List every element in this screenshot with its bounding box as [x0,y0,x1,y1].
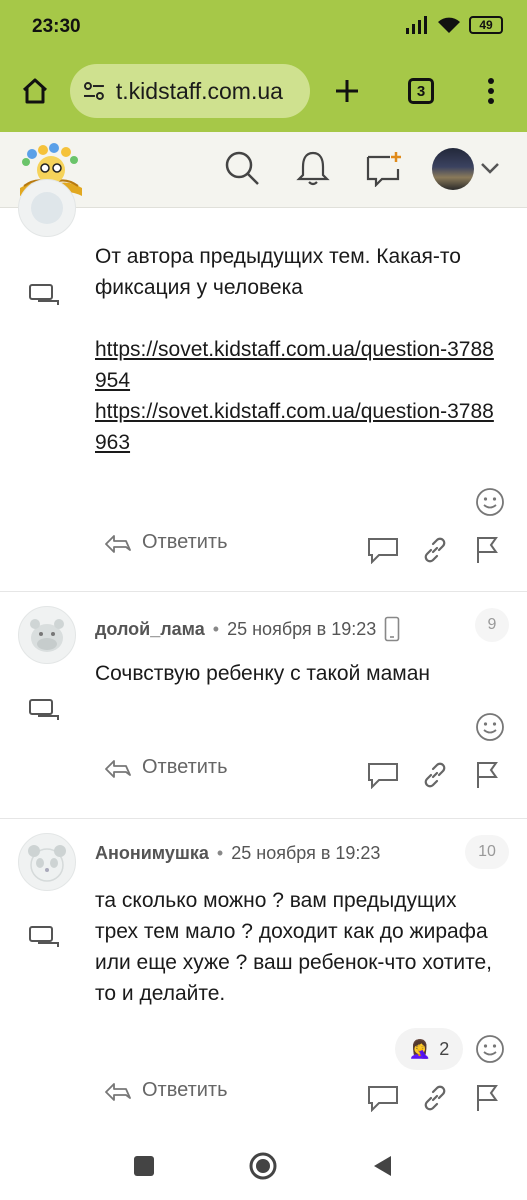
chevron-down-icon [481,163,499,174]
tab-switcher-button[interactable]: 3 [400,70,442,112]
copy-link-button[interactable] [418,758,452,792]
reply-button[interactable]: Ответить [104,531,228,554]
new-message-button[interactable] [362,146,406,190]
comment-link-2[interactable]: https://sovet.kidstaff.com.ua/question-3… [95,396,505,458]
status-time: 23:30 [32,16,81,37]
comment-date: 25 ноября в 19:23 [231,843,381,863]
chat-bubble-icon [368,538,398,564]
replies-icon[interactable] [28,925,62,951]
site-settings-icon[interactable] [82,79,106,103]
flag-icon [477,762,498,788]
mobile-device-icon [384,616,400,642]
wifi-icon [438,17,460,33]
comment-actions: Ответить [0,1079,527,1119]
plus-icon [336,80,358,102]
copy-link-button[interactable] [418,533,452,567]
avatar[interactable] [18,833,76,891]
link-icon [424,537,446,563]
meta-separator: • [212,618,220,639]
reaction-count: 2 [439,1038,450,1059]
report-button[interactable] [470,1081,504,1115]
reply-arrow-icon [105,1082,131,1101]
comment-1: От автора предыдущих тем. Какая-то фикса… [0,179,527,589]
comment-text: та сколько можно ? вам предыдущих трех т… [95,889,492,1005]
android-nav-bar [0,1130,527,1200]
chat-bubble-icon [368,1086,398,1112]
comment-2: долой_лама • 25 ноября в 19:23 9 Сочвств… [0,592,527,818]
add-reaction-icon[interactable] [475,712,505,742]
user-avatar[interactable] [432,148,474,190]
reply-button[interactable]: Ответить [104,756,228,779]
avatar[interactable] [18,606,76,664]
report-button[interactable] [470,758,504,792]
add-reaction-icon[interactable] [475,1034,505,1064]
comment-actions: Ответить [0,531,527,571]
reply-label: Ответить [142,756,228,778]
reply-arrow-icon [105,534,131,553]
hippo-avatar-icon [30,619,64,652]
comment-date: 25 ноября в 19:23 [227,618,377,639]
reply-button[interactable]: Ответить [104,1079,228,1102]
quote-button[interactable] [366,1081,400,1115]
facepalm-emoji-icon: 🤦‍♀️ [408,1038,432,1059]
quote-button[interactable] [366,758,400,792]
home-icon [22,78,48,104]
reply-label: Ответить [142,1079,228,1101]
author-name[interactable]: долой_лама [95,619,205,640]
replies-icon[interactable] [28,283,62,309]
address-bar[interactable]: t.kidstaff.com.ua [70,64,310,118]
triangle-back-icon [374,1156,391,1176]
reply-arrow-icon [105,759,131,778]
chat-bubble-icon [368,763,398,789]
tab-count: 3 [408,78,434,104]
back-button[interactable] [364,1148,400,1184]
search-icon [225,151,259,185]
quote-button[interactable] [366,533,400,567]
comment-meta: долой_лама • 25 ноября в 19:23 [95,616,400,642]
flag-icon [477,537,498,563]
more-vert-icon [488,78,494,104]
home-button[interactable] [14,70,56,112]
comment-actions: Ответить [0,756,527,796]
meta-separator: • [216,843,224,863]
link-icon [424,762,446,788]
panda-avatar-icon [28,845,66,882]
comment-link-1[interactable]: https://sovet.kidstaff.com.ua/question-3… [95,334,505,396]
add-reaction-icon[interactable] [475,487,505,517]
report-button[interactable] [470,533,504,567]
status-icons: 49 [405,16,503,34]
home-nav-button[interactable] [245,1148,281,1184]
browser-toolbar: 23:30 49 t.kidstaff.com.ua 3 [0,0,527,132]
bell-icon [296,151,330,186]
recents-button[interactable] [126,1148,162,1184]
reaction-chip[interactable]: 🤦‍♀️ 2 [395,1028,463,1070]
comment-number[interactable]: 10 [465,835,509,869]
new-chat-icon [366,152,401,187]
circle-icon [249,1152,277,1180]
new-tab-button[interactable] [326,70,368,112]
comment-text-block: От автора предыдущих тем. Какая-то фикса… [95,241,505,458]
comment-text: От автора предыдущих тем. Какая-то фикса… [95,245,461,299]
flag-icon [477,1085,498,1111]
profile-menu-button[interactable] [476,146,504,190]
link-icon [424,1085,446,1111]
square-icon [134,1156,154,1176]
avatar-placeholder-icon [31,192,63,224]
url-text[interactable]: t.kidstaff.com.ua [116,78,310,105]
browser-menu-button[interactable] [470,70,512,112]
battery-icon: 49 [469,16,503,34]
replies-icon[interactable] [28,698,62,724]
search-button[interactable] [220,146,264,190]
author-name[interactable]: Анонимушка [95,843,209,864]
avatar[interactable] [18,179,76,237]
copy-link-button[interactable] [418,1081,452,1115]
notifications-button[interactable] [291,146,335,190]
comment-text: Сочвствую ребенку с такой маман [95,662,430,685]
reply-label: Ответить [142,531,228,553]
comment-meta: Анонимушка • 25 ноября в 19:23 [95,843,380,864]
signal-icon [406,16,427,34]
comment-3: Анонимушка • 25 ноября в 19:23 10 та ско… [0,819,527,1129]
comment-number[interactable]: 9 [475,608,509,642]
